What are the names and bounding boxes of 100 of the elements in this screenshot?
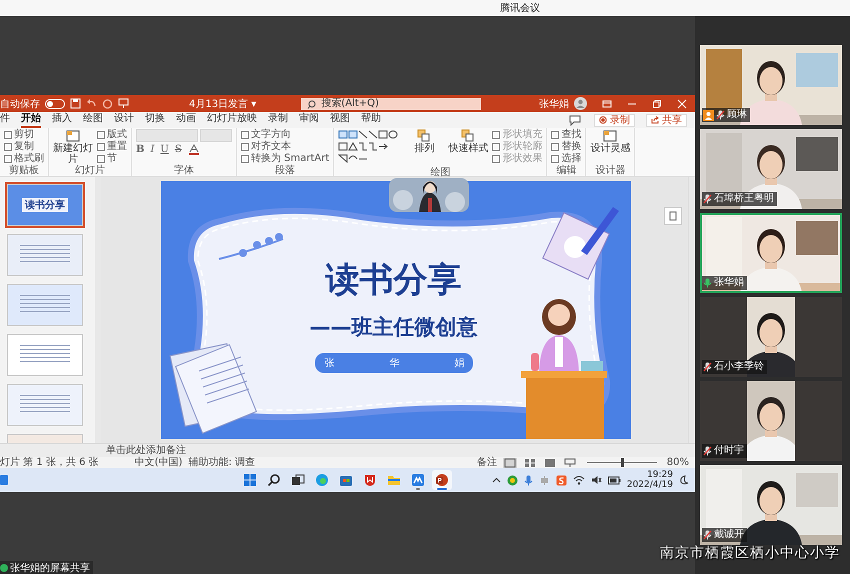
designer-pane-button[interactable] <box>664 207 682 225</box>
widgets-icon[interactable] <box>0 474 10 486</box>
input-method-icon[interactable] <box>556 474 567 486</box>
ribbon-command[interactable]: 节 <box>97 153 127 165</box>
slide-thumbnail[interactable] <box>7 334 83 376</box>
ribbon-large-command[interactable]: 快速样式 <box>448 129 488 154</box>
undo-icon[interactable] <box>86 98 97 109</box>
video-tile[interactable]: 顾琳 <box>700 45 842 125</box>
language-status: 中文(中国) <box>134 457 182 468</box>
share-icon <box>651 116 659 124</box>
font-color-icon[interactable] <box>188 144 200 155</box>
slide-count: 灯片 第 1 张，共 6 张 <box>0 457 99 468</box>
close-icon[interactable] <box>677 98 687 108</box>
font-name-field[interactable] <box>136 129 198 142</box>
microphone-icon[interactable] <box>703 278 712 288</box>
presenter-name: 张华娟 <box>314 353 472 373</box>
muted-microphone-icon[interactable] <box>703 446 712 456</box>
ribbon-command[interactable]: 查找 <box>551 129 582 141</box>
video-tile[interactable]: 石小李季铃 <box>700 297 842 377</box>
grid-view-icon[interactable] <box>522 458 537 468</box>
ribbon-display-icon[interactable] <box>602 98 612 108</box>
slideshow-icon[interactable] <box>562 458 577 468</box>
restore-icon[interactable] <box>652 98 662 108</box>
muted-microphone-icon[interactable] <box>703 194 712 204</box>
ribbon-tab[interactable]: 动画 <box>176 112 196 128</box>
scrollbar[interactable] <box>688 177 695 443</box>
ribbon-command[interactable]: 复制 <box>4 141 44 153</box>
microphone-icon[interactable] <box>524 474 533 486</box>
ribbon-command[interactable]: 替换 <box>551 141 582 153</box>
muted-microphone-icon[interactable] <box>716 110 725 120</box>
font-size-field[interactable] <box>200 129 232 142</box>
slide-thumbnail[interactable] <box>7 234 83 276</box>
clock[interactable]: 19:29 2022/4/19 <box>626 470 673 490</box>
video-tile[interactable]: 石埠桥王粤明 <box>700 129 842 209</box>
ribbon-tab[interactable]: 切换 <box>145 112 165 128</box>
slide-thumbnail[interactable] <box>7 384 83 426</box>
video-tile[interactable]: 付时宇 <box>700 381 842 461</box>
powerpoint-icon[interactable] <box>432 470 452 490</box>
share-button[interactable]: 共享 <box>646 114 687 126</box>
ribbon-tab[interactable]: 设计 <box>114 112 134 128</box>
normal-view-icon[interactable] <box>502 458 517 468</box>
ribbon-large-command[interactable]: 设计灵感 <box>590 129 630 154</box>
ribbon-command[interactable]: 对齐文本 <box>241 141 330 153</box>
ribbon-command[interactable]: 剪切 <box>4 129 44 141</box>
search-field[interactable]: 搜索(Alt+Q) <box>301 98 482 110</box>
ribbon-tab[interactable]: 幻灯片放映 <box>207 112 257 128</box>
share-label-text: 张华娟的屏幕共享 <box>10 562 90 574</box>
ribbon-command[interactable]: 文字方向 <box>241 129 330 141</box>
slide-thumbnail[interactable]: 读书分享 <box>7 184 83 226</box>
format-button[interactable]: U <box>160 144 169 155</box>
notes-button[interactable]: 备注 <box>476 457 497 468</box>
ribbon-group-label: 绘图 <box>430 167 450 178</box>
format-button[interactable]: I <box>150 144 154 155</box>
participant-name: 张华娟 <box>714 277 744 289</box>
ribbon-command[interactable]: 格式刷 <box>4 153 44 165</box>
scrollbar[interactable] <box>95 177 101 443</box>
video-tile[interactable]: 戴诚开 <box>700 465 842 545</box>
ribbon-tab[interactable]: 绘图 <box>83 112 103 128</box>
reading-view-icon[interactable] <box>542 458 557 468</box>
format-button[interactable]: B <box>136 144 144 155</box>
ribbon-tab[interactable]: 插入 <box>52 112 72 128</box>
volume-icon[interactable] <box>590 475 602 485</box>
ribbon-tab[interactable]: 审阅 <box>299 112 319 128</box>
zoom-level[interactable]: 80% <box>666 457 689 468</box>
window-title: 腾讯会议 <box>500 2 540 15</box>
participant-name: 石小李季铃 <box>714 361 764 373</box>
record-button[interactable]: 录制 <box>594 114 635 126</box>
participant-name: 付时宇 <box>714 445 744 457</box>
format-button[interactable]: S <box>174 144 182 155</box>
presenter-icon[interactable] <box>118 98 129 109</box>
ribbon-command[interactable]: 选择 <box>551 153 582 165</box>
ribbon-tab[interactable]: 件 <box>0 112 10 128</box>
muted-microphone-icon[interactable] <box>703 530 712 540</box>
video-tile[interactable]: 张华娟 <box>700 213 842 293</box>
search-icon <box>307 100 316 108</box>
chevron-up-icon[interactable] <box>492 476 501 484</box>
slide-thumbnail[interactable] <box>7 284 83 326</box>
ribbon-group-label: 段落 <box>275 165 296 176</box>
ribbon-tab[interactable]: 录制 <box>268 112 288 128</box>
comment-icon[interactable] <box>569 114 581 126</box>
avatar-icon[interactable] <box>574 97 587 110</box>
slide-title: 读书分享 <box>326 259 462 301</box>
ribbon-tab[interactable]: 帮助 <box>361 112 381 128</box>
ribbon-tab[interactable]: 视图 <box>330 112 350 128</box>
save-icon[interactable] <box>70 98 81 109</box>
battery-icon[interactable] <box>608 476 621 484</box>
ribbon-command[interactable]: 重置 <box>97 141 127 153</box>
muted-microphone-icon[interactable] <box>703 362 712 372</box>
ribbon-command[interactable]: 版式 <box>97 129 127 141</box>
wifi-icon[interactable] <box>572 475 585 485</box>
sync-icon[interactable] <box>506 474 518 486</box>
moon-icon[interactable] <box>679 474 689 486</box>
ribbon-large-command[interactable]: 排列 <box>404 129 444 154</box>
ribbon-large-command[interactable]: 新建幻灯片 <box>53 129 93 165</box>
autosave-toggle[interactable] <box>45 98 65 108</box>
ribbon-group-label: 字体 <box>174 165 194 176</box>
document-title[interactable]: 4月13日发言 ▾ <box>189 96 256 110</box>
accessibility-status[interactable]: 辅助功能: 调查 <box>188 457 255 468</box>
notes-placeholder[interactable]: 单击此处添加备注 <box>106 445 186 456</box>
ribbon-command[interactable]: 转换为 SmartArt <box>241 153 330 165</box>
